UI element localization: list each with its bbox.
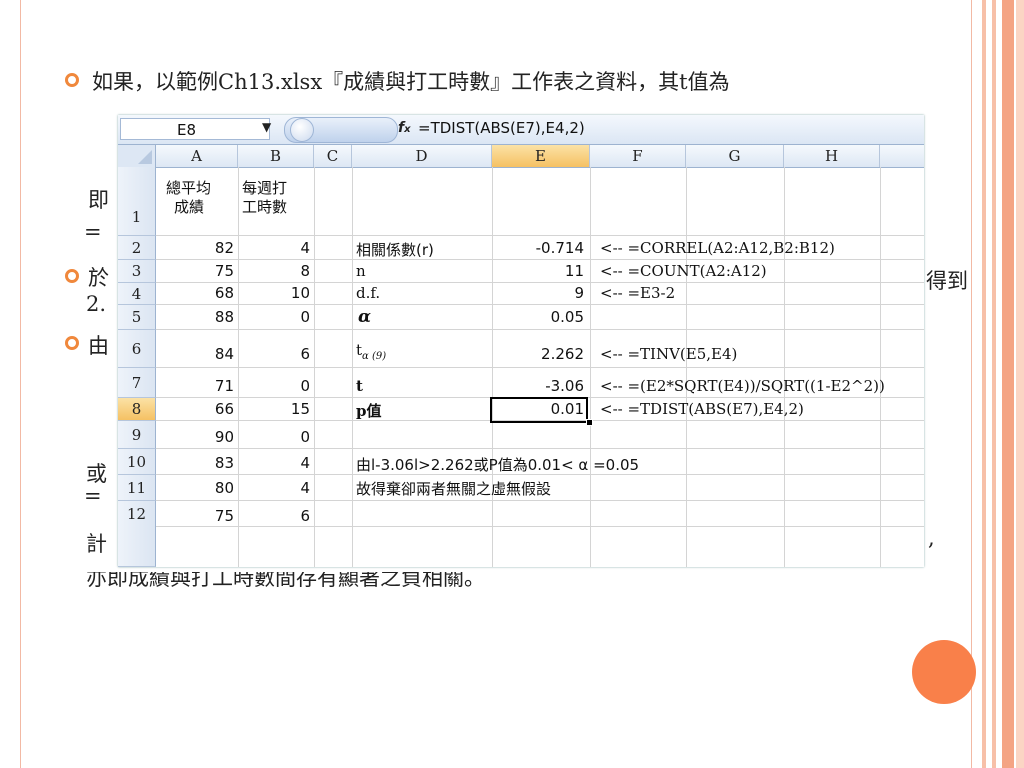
occluded-text: 2. [86, 292, 107, 316]
row-header-9[interactable]: 9 [118, 421, 156, 449]
cell-e6[interactable]: 2.262 [492, 345, 584, 363]
bullet-text-1: 如果，以範例Ch13.xlsx『成績與打工時數』工作表之資料，其t值為 [92, 70, 730, 94]
cell-e4[interactable]: 9 [492, 284, 584, 302]
cell-a3[interactable]: 75 [156, 262, 234, 280]
cell-d6[interactable]: tα (9) [356, 341, 386, 362]
row-header-5[interactable]: 5 [118, 305, 156, 330]
cell-b8[interactable]: 15 [238, 400, 310, 418]
cell-b4[interactable]: 10 [238, 284, 310, 302]
active-cell-border [490, 397, 588, 423]
name-box[interactable]: E8 [120, 118, 270, 140]
cell-d8[interactable]: p值 [356, 400, 382, 421]
cell-f2[interactable]: <-- =CORREL(A2:A12,B2:B12) [600, 239, 835, 257]
cell-a7[interactable]: 71 [156, 377, 234, 395]
column-header-d[interactable]: D [352, 145, 492, 167]
cell-a9[interactable]: 90 [156, 428, 234, 446]
column-header-e[interactable]: E [492, 145, 590, 167]
cell-a1[interactable]: 總平均 成績 [166, 179, 211, 217]
column-header-c[interactable]: C [314, 145, 352, 167]
occluded-text: 計 [86, 532, 107, 556]
column-header-g[interactable]: G [686, 145, 784, 167]
row-header-7[interactable]: 7 [118, 368, 156, 398]
excel-screenshot: E8 ▼ fx =TDIST(ABS(E7),E4,2) A B C D E F… [118, 115, 924, 567]
cell-e2[interactable]: -0.714 [492, 239, 584, 257]
decorative-stripes [982, 0, 1024, 768]
occluded-text: 即 [88, 188, 109, 212]
cell-f4[interactable]: <-- =E3-2 [600, 284, 675, 302]
cell-b10[interactable]: 4 [238, 454, 310, 472]
cell-d11[interactable]: 故得棄卻兩者無關之虛無假設 [356, 478, 551, 499]
row-header-8[interactable]: 8 [118, 398, 156, 421]
row-header-6[interactable]: 6 [118, 330, 156, 368]
cell-b1[interactable]: 每週打 工時數 [242, 179, 287, 217]
cell-f3[interactable]: <-- =COUNT(A2:A12) [600, 262, 767, 280]
cell-a6[interactable]: 84 [156, 345, 234, 363]
row-header-12[interactable]: 12 [118, 501, 156, 567]
cell-d3[interactable]: n [356, 262, 366, 280]
cell-a2[interactable]: 82 [156, 239, 234, 257]
cell-a8[interactable]: 66 [156, 400, 234, 418]
cell-e5[interactable]: 0.05 [492, 308, 584, 326]
select-all-corner[interactable] [118, 145, 156, 167]
row-header-2[interactable]: 2 [118, 236, 156, 260]
cell-a4[interactable]: 68 [156, 284, 234, 302]
cell-e7[interactable]: -3.06 [492, 377, 584, 395]
cell-e3[interactable]: 11 [492, 262, 584, 280]
cell-f8[interactable]: <-- =TDIST(ABS(E7),E4,2) [600, 400, 804, 418]
cell-d10[interactable]: 由l-3.06l>2.262或P值為0.01< α =0.05 [356, 454, 639, 475]
cell-b11[interactable]: 4 [238, 479, 310, 497]
chevron-down-icon[interactable]: ▼ [262, 120, 271, 134]
column-header-b[interactable]: B [238, 145, 314, 167]
row-header-1[interactable]: 1 [118, 167, 156, 236]
row-header-4[interactable]: 4 [118, 283, 156, 305]
cell-b9[interactable]: 0 [238, 428, 310, 446]
cell-d7[interactable]: t [356, 377, 363, 395]
column-header-a[interactable]: A [156, 145, 238, 167]
decorative-circle [912, 640, 976, 704]
cell-b12[interactable]: 6 [238, 507, 310, 525]
cell-b6[interactable]: 6 [238, 345, 310, 363]
cell-b3[interactable]: 8 [238, 262, 310, 280]
column-header-h[interactable]: H [784, 145, 880, 167]
cell-f6[interactable]: <-- =TINV(E5,E4) [600, 345, 737, 363]
bullet-marker [65, 269, 79, 283]
cancel-icon[interactable] [290, 118, 314, 142]
row-header-10[interactable]: 10 [118, 449, 156, 475]
cell-a10[interactable]: 83 [156, 454, 234, 472]
row-header-11[interactable]: 11 [118, 475, 156, 501]
occluded-text: , [928, 526, 935, 550]
occluded-text: 得到 [926, 269, 968, 293]
cell-d2[interactable]: 相關係數(r) [356, 239, 434, 260]
cell-a5[interactable]: 88 [156, 308, 234, 326]
bullet-marker [65, 73, 79, 87]
cell-d5[interactable]: α [358, 307, 371, 327]
column-header-f[interactable]: F [590, 145, 686, 167]
cell-b2[interactable]: 4 [238, 239, 310, 257]
cell-f7[interactable]: <-- =(E2*SQRT(E4))/SQRT((1-E2^2)) [600, 377, 885, 395]
occluded-text: 於 [88, 266, 109, 290]
row-header-3[interactable]: 3 [118, 260, 156, 283]
cell-b5[interactable]: 0 [238, 308, 310, 326]
occluded-text: = [84, 484, 102, 508]
cell-b7[interactable]: 0 [238, 377, 310, 395]
formula-input[interactable]: =TDIST(ABS(E7),E4,2) [418, 119, 585, 137]
bullet-marker [65, 336, 79, 350]
fx-icon[interactable]: fx [398, 120, 411, 136]
cell-a12[interactable]: 75 [156, 507, 234, 525]
occluded-text: = [84, 220, 102, 244]
occluded-text: 由 [88, 334, 109, 358]
fill-handle[interactable] [586, 419, 593, 426]
cell-a11[interactable]: 80 [156, 479, 234, 497]
cell-d4[interactable]: d.f. [356, 284, 380, 302]
